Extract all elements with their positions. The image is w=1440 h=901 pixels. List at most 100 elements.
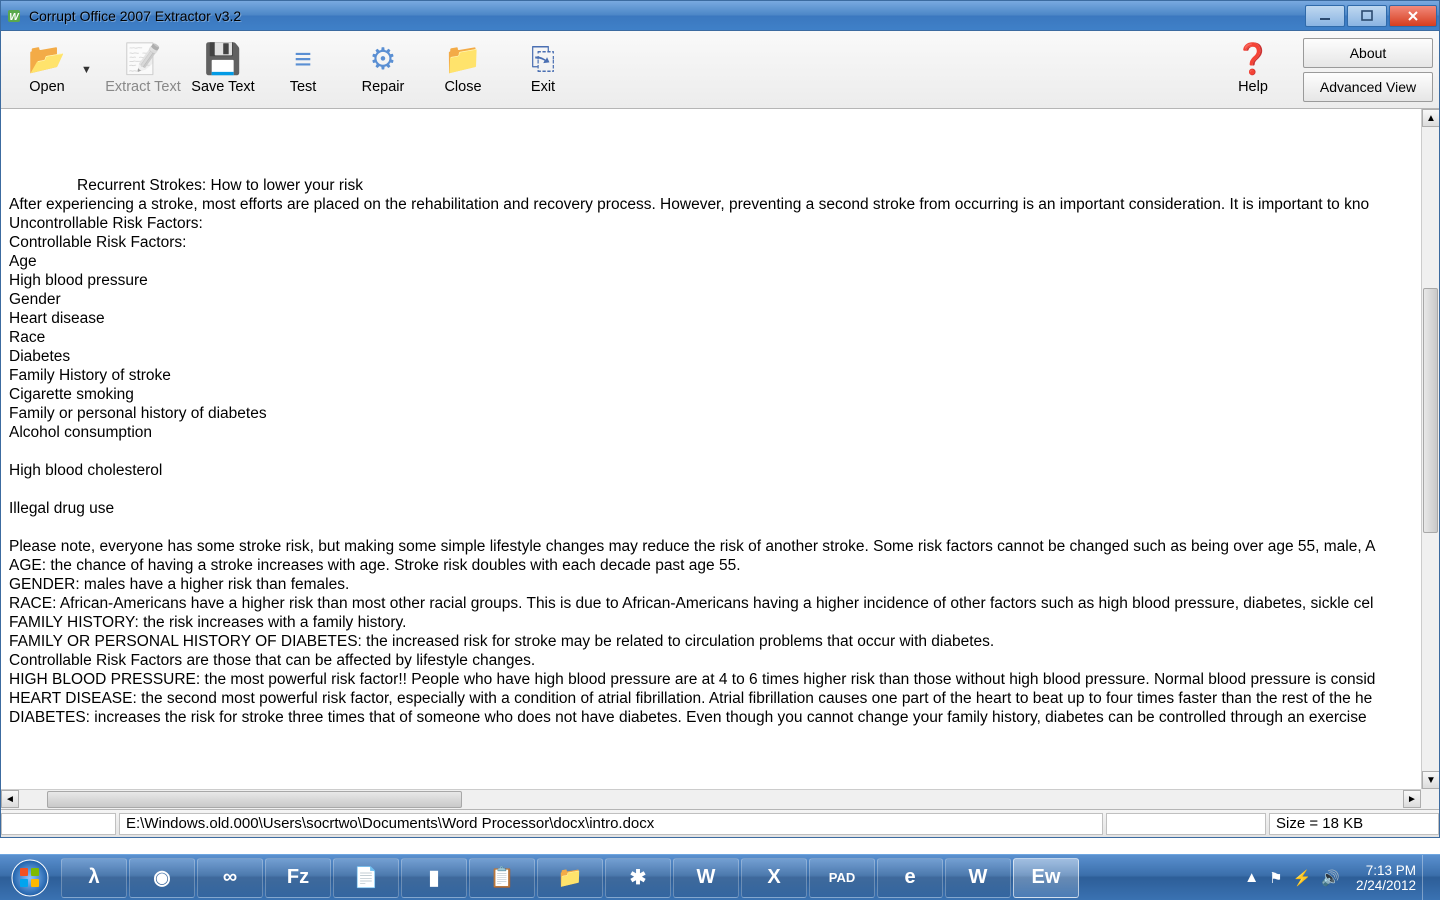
doc-line bbox=[9, 480, 1429, 499]
taskbar-item-lambda[interactable]: λ bbox=[61, 858, 127, 898]
taskbar-item-app-red[interactable]: ✱ bbox=[605, 858, 671, 898]
exit-label: Exit bbox=[531, 79, 555, 95]
help-icon: ❓ bbox=[1234, 45, 1271, 75]
doc-line: HEART DISEASE: the second most powerful … bbox=[9, 689, 1429, 708]
doc-line: High blood pressure bbox=[9, 271, 1429, 290]
tray-volume-icon[interactable]: 🔊 bbox=[1321, 869, 1340, 887]
status-path: E:\Windows.old.000\Users\socrtwo\Documen… bbox=[119, 813, 1103, 835]
taskbar-item-excel[interactable]: X bbox=[741, 858, 807, 898]
content-area: Recurrent Strokes: How to lower your ris… bbox=[1, 109, 1439, 809]
status-left-segment bbox=[1, 813, 116, 835]
extracted-text-view[interactable]: Recurrent Strokes: How to lower your ris… bbox=[1, 109, 1439, 809]
start-button[interactable] bbox=[0, 855, 60, 901]
scroll-left-button[interactable]: ◄ bbox=[1, 790, 19, 808]
doc-line: Controllable Risk Factors are those that… bbox=[9, 651, 1429, 670]
app-icon: W bbox=[5, 7, 23, 25]
save-text-button[interactable]: 💾 Save Text bbox=[183, 36, 263, 104]
advanced-view-button[interactable]: Advanced View bbox=[1303, 72, 1433, 102]
taskbar-item-cmd[interactable]: ▮ bbox=[401, 858, 467, 898]
taskbar-item-notepad[interactable]: 📄 bbox=[333, 858, 399, 898]
svg-text:W: W bbox=[9, 12, 20, 23]
open-label: Open bbox=[29, 79, 64, 95]
status-mid-segment bbox=[1106, 813, 1266, 835]
taskbar-item-padgen[interactable]: PAD bbox=[809, 858, 875, 898]
doc-line: RACE: African-Americans have a higher ri… bbox=[9, 594, 1429, 613]
window-title: Corrupt Office 2007 Extractor v3.2 bbox=[29, 8, 1303, 24]
vertical-scrollbar[interactable]: ▲ ▼ bbox=[1421, 109, 1439, 789]
taskbar-item-explorer[interactable]: 📁 bbox=[537, 858, 603, 898]
taskbar-item-word[interactable]: W bbox=[673, 858, 739, 898]
taskbar-item-filezilla[interactable]: Fz bbox=[265, 858, 331, 898]
scroll-corner bbox=[1421, 789, 1439, 809]
windows-taskbar: λ◉∞Fz📄▮📋📁✱WXPADeWEw ▲ ⚑ ⚡ 🔊 7:13 PM 2/24… bbox=[0, 854, 1440, 900]
hscroll-track[interactable] bbox=[19, 790, 1403, 809]
doc-line: Controllable Risk Factors: bbox=[9, 233, 1429, 252]
vscroll-track[interactable] bbox=[1422, 127, 1439, 771]
doc-line: DIABETES: increases the risk for stroke … bbox=[9, 708, 1429, 727]
doc-line: Diabetes bbox=[9, 347, 1429, 366]
scroll-up-button[interactable]: ▲ bbox=[1422, 109, 1439, 127]
tray-power-icon[interactable]: ⚡ bbox=[1293, 869, 1312, 887]
doc-line: Race bbox=[9, 328, 1429, 347]
main-toolbar: 📂 Open ▼ 📝 Extract Text 💾 Save Text ≡ Te… bbox=[1, 31, 1439, 109]
titlebar: W Corrupt Office 2007 Extractor v3.2 bbox=[1, 1, 1439, 31]
extract-icon: 📝 bbox=[124, 45, 161, 75]
repair-label: Repair bbox=[362, 79, 405, 95]
system-tray: ▲ ⚑ ⚡ 🔊 7:13 PM 2/24/2012 bbox=[1244, 863, 1422, 893]
repair-icon: ⚙ bbox=[370, 45, 397, 75]
test-button[interactable]: ≡ Test bbox=[263, 36, 343, 104]
doc-line: Heart disease bbox=[9, 309, 1429, 328]
scroll-down-button[interactable]: ▼ bbox=[1422, 771, 1439, 789]
tray-flag-icon[interactable]: ⚑ bbox=[1269, 869, 1282, 887]
doc-line: Illegal drug use bbox=[9, 499, 1429, 518]
taskbar-item-chrome[interactable]: ◉ bbox=[129, 858, 195, 898]
doc-line: Alcohol consumption bbox=[9, 423, 1429, 442]
doc-line: After experiencing a stroke, most effort… bbox=[9, 195, 1429, 214]
doc-line: FAMILY HISTORY: the risk increases with … bbox=[9, 613, 1429, 632]
status-size: Size = 18 KB bbox=[1269, 813, 1439, 835]
extract-label: Extract Text bbox=[105, 79, 180, 95]
close-button[interactable] bbox=[1389, 5, 1437, 27]
doc-line bbox=[9, 518, 1429, 537]
extract-text-button[interactable]: 📝 Extract Text bbox=[103, 36, 183, 104]
doc-line: AGE: the chance of having a stroke incre… bbox=[9, 556, 1429, 575]
taskbar-item-notepadpp[interactable]: 📋 bbox=[469, 858, 535, 898]
tray-clock[interactable]: 7:13 PM 2/24/2012 bbox=[1356, 863, 1416, 893]
doc-line: Please note, everyone has some stroke ri… bbox=[9, 537, 1429, 556]
help-label: Help bbox=[1238, 79, 1268, 95]
close-file-button[interactable]: 📁 Close bbox=[423, 36, 503, 104]
doc-line: GENDER: males have a higher risk than fe… bbox=[9, 575, 1429, 594]
open-button[interactable]: 📂 Open bbox=[7, 36, 87, 104]
save-label: Save Text bbox=[191, 79, 254, 95]
hscroll-thumb[interactable] bbox=[47, 791, 462, 808]
horizontal-scrollbar[interactable]: ◄ ► bbox=[1, 789, 1421, 809]
test-icon: ≡ bbox=[294, 45, 312, 75]
minimize-button[interactable] bbox=[1305, 5, 1345, 27]
show-desktop-button[interactable] bbox=[1422, 855, 1434, 901]
taskbar-item-app-green[interactable]: W bbox=[945, 858, 1011, 898]
taskbar-item-extractor[interactable]: Ew bbox=[1013, 858, 1079, 898]
doc-line: FAMILY OR PERSONAL HISTORY OF DIABETES: … bbox=[9, 632, 1429, 651]
taskbar-item-visualstudio[interactable]: ∞ bbox=[197, 858, 263, 898]
tray-time: 7:13 PM bbox=[1366, 863, 1416, 878]
about-button[interactable]: About bbox=[1303, 38, 1433, 68]
tray-show-hidden-icon[interactable]: ▲ bbox=[1244, 869, 1259, 886]
help-button[interactable]: ❓ Help bbox=[1213, 36, 1293, 104]
doc-line: Cigarette smoking bbox=[9, 385, 1429, 404]
doc-line: High blood cholesterol bbox=[9, 461, 1429, 480]
tray-date: 2/24/2012 bbox=[1356, 878, 1416, 893]
status-bar: E:\Windows.old.000\Users\socrtwo\Documen… bbox=[1, 809, 1439, 837]
open-dropdown[interactable]: ▼ bbox=[81, 64, 93, 76]
doc-line: Gender bbox=[9, 290, 1429, 309]
vscroll-thumb[interactable] bbox=[1423, 288, 1438, 533]
maximize-button[interactable] bbox=[1347, 5, 1387, 27]
exit-button[interactable]: ⎘ Exit bbox=[503, 36, 583, 104]
doc-title-line: Recurrent Strokes: How to lower your ris… bbox=[9, 176, 1429, 195]
taskbar-item-ie[interactable]: e bbox=[877, 858, 943, 898]
repair-button[interactable]: ⚙ Repair bbox=[343, 36, 423, 104]
doc-line bbox=[9, 442, 1429, 461]
save-icon: 💾 bbox=[204, 45, 241, 75]
doc-line: Uncontrollable Risk Factors: bbox=[9, 214, 1429, 233]
doc-line: HIGH BLOOD PRESSURE: the most powerful r… bbox=[9, 670, 1429, 689]
scroll-right-button[interactable]: ► bbox=[1403, 790, 1421, 808]
